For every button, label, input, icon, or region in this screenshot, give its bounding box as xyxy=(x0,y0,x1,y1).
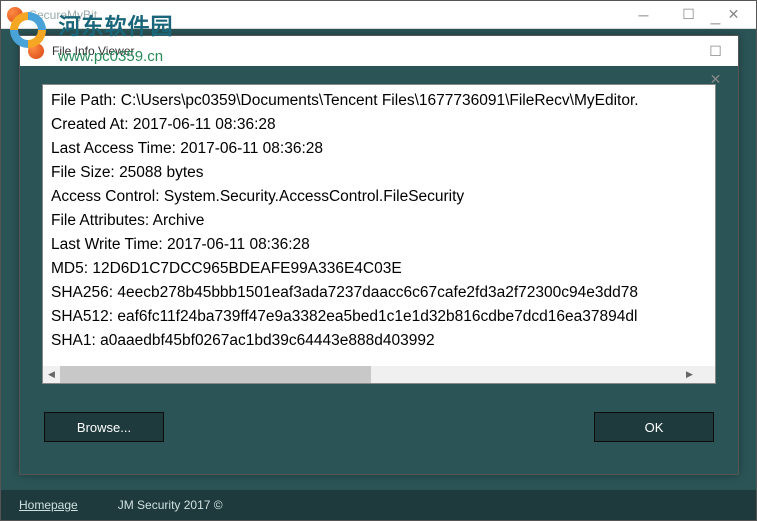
scrollbar-thumb[interactable] xyxy=(60,366,371,383)
scrollbar-corner xyxy=(698,366,715,383)
ok-button[interactable]: OK xyxy=(594,412,714,442)
minimize-button[interactable]: ─ xyxy=(693,9,738,37)
outer-window: SecureMyBit ─ ☐ ✕ File Info Viewer ─ ☐ ✕ xyxy=(0,0,757,521)
inner-window-title: File Info Viewer xyxy=(52,44,693,58)
button-row: Browse... OK xyxy=(42,412,716,442)
last-write-row: Last Write Time: 2017-06-11 08:36:28 xyxy=(51,233,707,257)
inner-window-controls: ─ ☐ ✕ xyxy=(693,9,738,93)
outer-window-title: SecureMyBit xyxy=(29,8,621,22)
app-icon xyxy=(7,7,23,23)
app-icon xyxy=(28,43,44,59)
browse-button[interactable]: Browse... xyxy=(44,412,164,442)
scroll-right-icon[interactable]: ▶ xyxy=(681,366,698,383)
file-path-row: File Path: C:\Users\pc0359\Documents\Ten… xyxy=(51,89,707,113)
file-size-row: File Size: 25088 bytes xyxy=(51,161,707,185)
file-info-content: File Path: C:\Users\pc0359\Documents\Ten… xyxy=(43,85,715,366)
sha1-row: SHA1: a0aaedbf45bf0267ac1bd39c64443e888d… xyxy=(51,329,707,353)
homepage-link[interactable]: Homepage xyxy=(19,498,78,512)
last-access-row: Last Access Time: 2017-06-11 08:36:28 xyxy=(51,137,707,161)
created-at-row: Created At: 2017-06-11 08:36:28 xyxy=(51,113,707,137)
md5-row: MD5: 12D6D1C7DCC965BDEAFE99A336E4C03E xyxy=(51,257,707,281)
scrollbar-track[interactable] xyxy=(60,366,681,383)
footer: Homepage JM Security 2017 © xyxy=(1,490,756,520)
access-control-row: Access Control: System.Security.AccessCo… xyxy=(51,185,707,209)
copyright-text: JM Security 2017 © xyxy=(118,498,223,512)
minimize-button[interactable]: ─ xyxy=(621,1,666,29)
inner-titlebar[interactable]: File Info Viewer ─ ☐ ✕ xyxy=(20,36,738,66)
horizontal-scrollbar[interactable]: ◀ ▶ xyxy=(43,366,698,383)
sha512-row: SHA512: eaf6fc11f24ba739ff47e9a3382ea5be… xyxy=(51,305,707,329)
scroll-left-icon[interactable]: ◀ xyxy=(43,366,60,383)
content-area: File Path: C:\Users\pc0359\Documents\Ten… xyxy=(20,66,738,456)
inner-window: File Info Viewer ─ ☐ ✕ File Path: C:\Use… xyxy=(19,35,739,475)
file-info-textbox[interactable]: File Path: C:\Users\pc0359\Documents\Ten… xyxy=(42,84,716,384)
maximize-button[interactable]: ☐ xyxy=(693,37,738,65)
outer-body: File Info Viewer ─ ☐ ✕ File Path: C:\Use… xyxy=(1,29,756,490)
file-attributes-row: File Attributes: Archive xyxy=(51,209,707,233)
sha256-row: SHA256: 4eecb278b45bbb1501eaf3ada7237daa… xyxy=(51,281,707,305)
outer-titlebar[interactable]: SecureMyBit ─ ☐ ✕ xyxy=(1,1,756,29)
